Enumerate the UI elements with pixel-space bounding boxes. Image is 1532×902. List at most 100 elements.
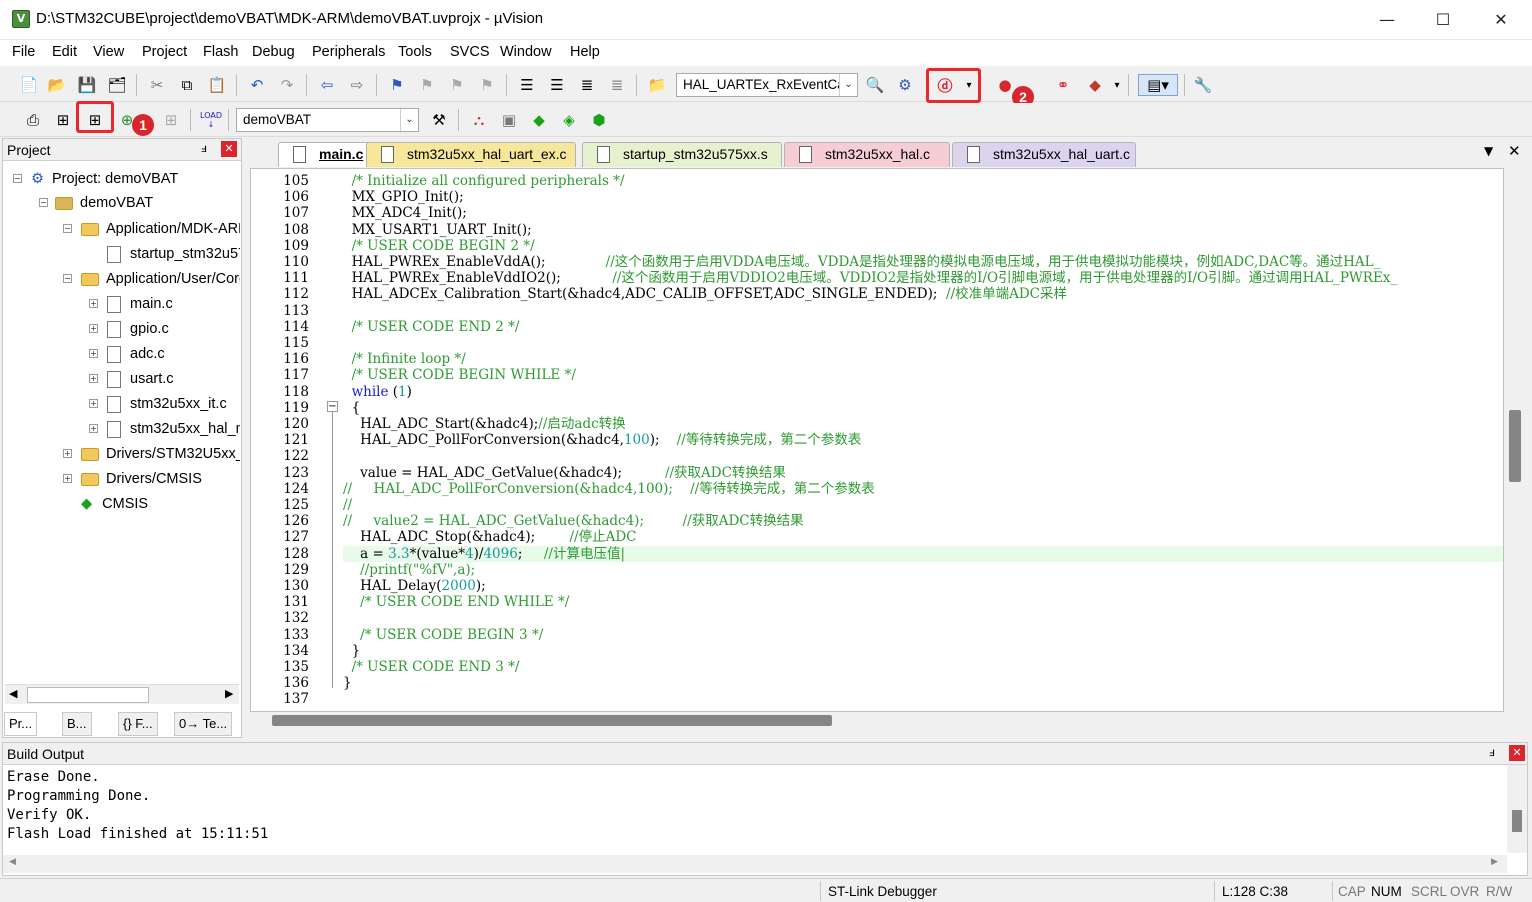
undo-icon[interactable]: ↶ — [246, 74, 268, 96]
manage-rte-icon[interactable]: ◆ — [528, 109, 550, 131]
navigate-back-icon[interactable]: ⇦ — [316, 74, 338, 96]
tab-hal-uart[interactable]: stm32u5xx_hal_uart.c — [952, 142, 1136, 167]
expand-icon[interactable]: + — [63, 449, 72, 458]
window-layout-icon[interactable]: ▤▾ — [1138, 74, 1178, 96]
scroll-left-icon[interactable]: ◀ — [9, 687, 17, 700]
open-file-icon[interactable]: 📂 — [46, 74, 68, 96]
chevron-down-icon[interactable]: ⌄ — [839, 74, 857, 96]
chevron-down-icon[interactable]: ⌄ — [400, 109, 418, 131]
scroll-left-icon[interactable]: ◀ — [9, 857, 16, 867]
start-debug-icon[interactable]: ⓓ — [934, 74, 956, 96]
collapse-icon[interactable]: − — [63, 224, 72, 233]
tree-item-file[interactable]: gpio.c — [107, 317, 169, 341]
uncomment-icon[interactable]: ≣ — [606, 74, 628, 96]
navigate-forward-icon[interactable]: ⇨ — [346, 74, 368, 96]
expand-icon[interactable]: + — [63, 474, 72, 483]
translate-icon[interactable]: ⎙ — [22, 109, 44, 131]
pack-installer-icon[interactable]: ◈ — [558, 109, 580, 131]
download-icon[interactable]: LOAD ↓ — [200, 109, 222, 131]
find-icon[interactable]: 🔍 — [864, 74, 886, 96]
scroll-thumb[interactable] — [1512, 810, 1522, 832]
enable-breakpoint-icon[interactable]: ⚭ — [1052, 74, 1074, 96]
pin-icon[interactable]: ⅎ — [1489, 745, 1495, 759]
tab-hal-c[interactable]: stm32u5xx_hal.c — [784, 142, 950, 167]
scroll-thumb[interactable] — [27, 687, 149, 703]
scroll-right-icon[interactable]: ▶ — [225, 687, 233, 700]
tree-item-file[interactable]: adc.c — [107, 342, 165, 366]
configure-icon[interactable]: 🔧 — [1192, 74, 1214, 96]
editor-vscroll[interactable] — [1504, 168, 1528, 712]
tree-item-file[interactable]: startup_stm32u575xx.s — [107, 242, 240, 266]
tree-item-target[interactable]: demoVBAT — [55, 191, 153, 215]
tree-item-file[interactable]: main.c — [107, 292, 173, 316]
incremental-find-icon[interactable]: ⚙ — [894, 74, 916, 96]
editor-hscroll[interactable] — [250, 712, 1504, 729]
find-in-files-icon[interactable]: 📁 — [646, 74, 668, 96]
build-icon[interactable]: ⊞ — [52, 109, 74, 131]
tree-item-group[interactable]: Drivers/STM32U5xx_HAL_Driver — [81, 442, 240, 466]
menu-window[interactable]: Window — [500, 44, 552, 60]
tree-item-file[interactable]: usart.c — [107, 367, 174, 391]
debug-dropdown-icon[interactable]: ▾ — [958, 74, 980, 96]
rebuild-icon[interactable]: ⊞ — [84, 109, 106, 131]
menu-peripherals[interactable]: Peripherals — [312, 44, 385, 60]
close-tab-icon[interactable]: ✕ — [1508, 142, 1521, 160]
close-button[interactable]: ✕ — [1472, 0, 1530, 40]
pin-icon[interactable]: ⅎ — [201, 141, 207, 155]
expand-icon[interactable]: + — [89, 349, 98, 358]
manage-project-items-icon[interactable]: ⛬ — [468, 109, 490, 131]
tab-books[interactable]: B... — [62, 712, 92, 736]
menu-view[interactable]: View — [93, 44, 124, 60]
code-editor[interactable]: 105 106 107 108 109 110 111 112 113 114 115 116 117 1… — [250, 168, 1504, 712]
tab-startup[interactable]: startup_stm32u575xx.s — [582, 142, 782, 167]
cube-mx-icon[interactable]: ⬢ — [588, 109, 610, 131]
tab-hal-uart-ex[interactable]: stm32u5xx_hal_uart_ex.c — [366, 142, 576, 167]
clear-bookmarks-icon[interactable]: ⚑ — [476, 74, 498, 96]
target-combo[interactable]: demoVBAT ⌄ — [236, 108, 419, 132]
expand-icon[interactable]: + — [89, 424, 98, 433]
expand-icon[interactable]: + — [89, 324, 98, 333]
tree-item-file[interactable]: stm32u5xx_it.c — [107, 392, 227, 416]
menu-project[interactable]: Project — [142, 44, 187, 60]
kill-breakpoints-icon[interactable]: ◆ — [1084, 74, 1106, 96]
collapse-icon[interactable]: − — [63, 274, 72, 283]
close-panel-icon[interactable]: ✕ — [221, 141, 237, 157]
options-for-target-icon[interactable]: ⚒ — [428, 109, 450, 131]
collapse-icon[interactable]: − — [39, 198, 48, 207]
build-output-hscroll[interactable]: ◀ ▶ — [3, 855, 1507, 873]
unindent-icon[interactable]: ☰ — [546, 74, 568, 96]
select-packs-icon[interactable]: ▣ — [498, 109, 520, 131]
menu-debug[interactable]: Debug — [252, 44, 295, 60]
stop-build-icon[interactable]: ⊞ — [160, 109, 182, 131]
save-all-icon[interactable]: 🗂 — [106, 74, 128, 96]
tab-project[interactable]: Pr... — [4, 712, 38, 736]
expand-icon[interactable]: + — [89, 374, 98, 383]
breakpoint-dropdown-icon[interactable]: ▾ — [1106, 74, 1128, 96]
tab-templates[interactable]: 0→ Te... — [174, 712, 233, 736]
minimize-button[interactable]: — — [1358, 0, 1416, 40]
menu-file[interactable]: File — [12, 44, 35, 60]
tree-item-project[interactable]: ⚙ Project: demoVBAT — [31, 167, 178, 191]
maximize-button[interactable]: ☐ — [1414, 0, 1472, 40]
comment-icon[interactable]: ≣ — [576, 74, 598, 96]
menu-svcs[interactable]: SVCS — [450, 44, 490, 60]
tree-item-group[interactable]: Application/MDK-ARM — [81, 217, 240, 241]
new-file-icon[interactable]: 📄 — [18, 74, 40, 96]
tree-item-group[interactable]: Application/User/Core — [81, 267, 240, 291]
prev-bookmark-icon[interactable]: ⚑ — [416, 74, 438, 96]
tree-item-group[interactable]: Drivers/CMSIS — [81, 467, 202, 491]
cut-icon[interactable]: ✂ — [146, 74, 168, 96]
fold-icon[interactable]: − — [327, 401, 338, 412]
tab-list-dropdown-icon[interactable]: ▼ — [1484, 144, 1493, 158]
function-combo[interactable]: HAL_UARTEx_RxEventCallba ⌄ — [676, 73, 858, 97]
scroll-thumb[interactable] — [1509, 410, 1521, 482]
collapse-icon[interactable]: − — [13, 174, 22, 183]
close-panel-icon[interactable]: ✕ — [1509, 745, 1525, 761]
expand-icon[interactable]: + — [89, 299, 98, 308]
tree-item-cmsis[interactable]: ◆ CMSIS — [81, 492, 148, 516]
project-hscroll[interactable]: ◀ ▶ — [5, 684, 239, 704]
tree-item-file[interactable]: stm32u5xx_hal_msp.c — [107, 417, 240, 441]
expand-icon[interactable]: + — [89, 399, 98, 408]
menu-edit[interactable]: Edit — [52, 44, 77, 60]
scroll-thumb[interactable] — [272, 715, 832, 726]
